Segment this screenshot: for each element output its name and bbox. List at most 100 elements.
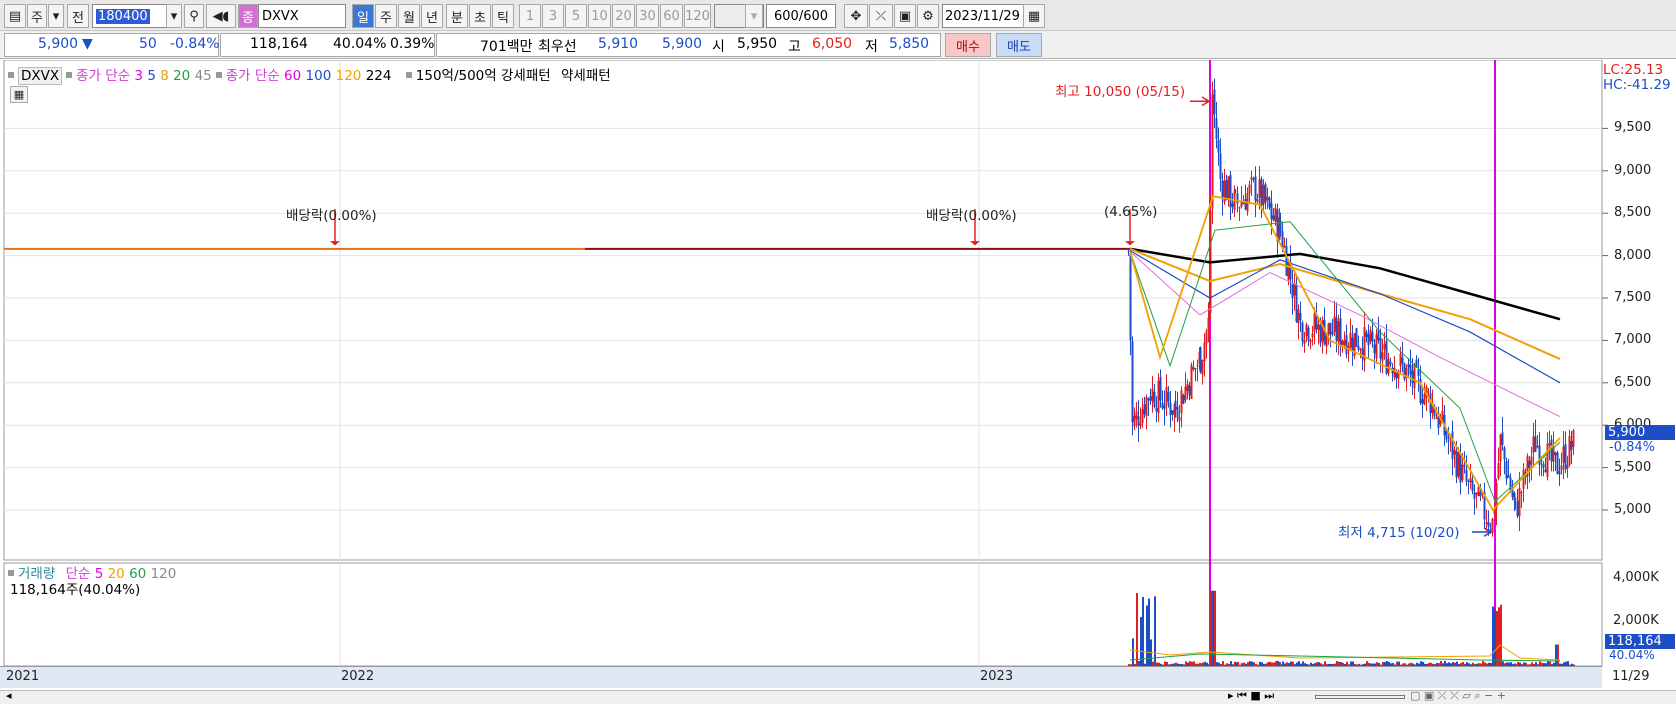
scroll-left-icon[interactable]: ◂ <box>6 689 12 702</box>
candle-body <box>1530 456 1533 465</box>
stock-code-input[interactable]: 180400 <box>92 4 168 28</box>
sell-button[interactable]: 매도 <box>996 33 1042 57</box>
legend-ma120: 120 <box>335 68 362 84</box>
candle-body <box>1283 245 1286 248</box>
stock-name-field[interactable]: DXVX <box>258 4 346 28</box>
candle-body <box>1254 176 1257 201</box>
candle-body <box>1475 492 1478 495</box>
date-input[interactable]: 2023/11/29 <box>942 4 1024 28</box>
volume-bar <box>1557 644 1559 666</box>
volume-bar <box>1494 609 1496 666</box>
period-minute-button[interactable]: 분 <box>446 4 468 28</box>
panel-toggle-icon[interactable]: ▤ <box>4 4 26 28</box>
legend-marker <box>8 72 14 78</box>
candle-body <box>1552 447 1555 462</box>
candle-body <box>1491 518 1494 534</box>
playback-controls-icon[interactable]: ▸ ⏮ ■ ⏭ <box>1228 689 1274 703</box>
period-second-button[interactable]: 초 <box>469 4 491 28</box>
search-icon[interactable]: ⚲ <box>184 4 204 28</box>
minute-5-button[interactable]: 5 <box>565 4 587 28</box>
candle-body <box>1341 340 1344 346</box>
sound-icon[interactable]: ◀◖ <box>206 4 236 28</box>
candle-body <box>1159 377 1162 401</box>
period-week-button[interactable]: 주 <box>375 4 397 28</box>
candle-body <box>1451 431 1454 460</box>
price-chart[interactable] <box>0 60 1676 704</box>
prev-button[interactable]: 전 <box>67 4 89 28</box>
minute-20-button[interactable]: 20 <box>612 4 635 28</box>
candle-body <box>1131 341 1134 423</box>
minute-120-button[interactable]: 120 <box>684 4 711 28</box>
indicator-icon[interactable]: ⤫ <box>869 4 893 28</box>
candle-body <box>1461 464 1464 481</box>
candle-body <box>1479 491 1482 497</box>
candle-body <box>1572 430 1575 448</box>
candle-body <box>1234 190 1237 192</box>
zoom-slider[interactable] <box>1315 695 1405 699</box>
custom-period-dropdown-icon[interactable]: ▾ <box>745 4 763 28</box>
period-day-button[interactable]: 일 <box>352 4 374 28</box>
candle-body <box>1522 469 1525 489</box>
calendar-icon[interactable]: ▦ <box>1023 4 1045 28</box>
candle-body <box>1359 349 1362 351</box>
stock-type-dropdown-icon[interactable]: ▾ <box>48 4 64 28</box>
horizontal-scrollbar[interactable]: ◂ ▸ ⏮ ■ ⏭ ▢ ▣ ⤫ ⤫ ▱ ⌕ − + <box>0 689 1676 704</box>
candle-body <box>1489 529 1492 531</box>
minute-1-button[interactable]: 1 <box>519 4 541 28</box>
candle-body <box>1147 398 1150 401</box>
candle-body <box>1546 443 1549 477</box>
minute-3-button[interactable]: 3 <box>542 4 564 28</box>
volume-bar <box>1132 638 1134 666</box>
candle-body <box>1137 416 1140 426</box>
candle-body <box>1345 335 1348 355</box>
count-field[interactable]: 600/600 <box>766 4 836 28</box>
volume-current: 118,164주(40.04%) <box>10 582 141 598</box>
period-month-button[interactable]: 월 <box>398 4 420 28</box>
legend-marker <box>66 72 73 78</box>
period-year-button[interactable]: 년 <box>421 4 443 28</box>
main-toolbar: ▤ 주 ▾ 전 180400 ▾ ⚲ ◀◖ 종 DXVX 일 주 월 년 분 초… <box>0 0 1676 31</box>
gear-icon[interactable]: ⚙ <box>917 4 939 28</box>
table-icon[interactable]: ▦ <box>10 86 28 103</box>
period-tick-button[interactable]: 틱 <box>492 4 514 28</box>
candle-body <box>1171 410 1174 415</box>
candle-body <box>1129 251 1132 341</box>
time-axis <box>0 666 1602 688</box>
save-icon[interactable]: ▣ <box>894 4 916 28</box>
legend-ma20: 20 <box>173 68 191 84</box>
candle-body <box>1207 317 1210 331</box>
candle-body <box>1194 368 1197 370</box>
candle-body <box>1169 402 1172 415</box>
buy-button[interactable]: 매수 <box>945 33 991 57</box>
legend-ma3: 3 <box>134 68 144 84</box>
candle-body <box>1355 328 1358 347</box>
candle-body <box>1542 463 1545 468</box>
price-axis-label: 5,000 <box>1614 502 1652 517</box>
legend-ma8: 8 <box>160 68 169 84</box>
candle-settings-icon[interactable]: ✥ <box>844 4 868 28</box>
open-price: 5,950 <box>737 36 778 52</box>
code-dropdown-icon[interactable]: ▾ <box>166 4 182 28</box>
market-type-badge[interactable]: 종 <box>238 4 258 28</box>
dividend-annotation-3: (4.65%) <box>1104 204 1158 220</box>
low-label: 저 <box>865 39 878 55</box>
candle-body <box>1564 443 1567 470</box>
minute-60-button[interactable]: 60 <box>660 4 683 28</box>
volume-bar <box>1498 607 1500 666</box>
candle-body <box>1213 89 1216 115</box>
minute-30-button[interactable]: 30 <box>636 4 659 28</box>
volume-ma120: 120 <box>150 566 177 582</box>
volume-badge-pct: 40.04% <box>1609 648 1655 662</box>
chart-tools-icon[interactable]: ▢ ▣ ⤫ ⤫ ▱ ⌕ − + <box>1410 689 1506 703</box>
candle-body <box>1471 480 1474 492</box>
legend-ma45: 45 <box>194 68 212 84</box>
legend-symbol[interactable]: DXVX <box>18 67 63 85</box>
minute-10-button[interactable]: 10 <box>588 4 611 28</box>
time-label-2023: 2023 <box>980 669 1014 684</box>
price-change-pct: -0.84% <box>170 36 220 52</box>
candle-body <box>1264 184 1267 203</box>
stock-type-button[interactable]: 주 <box>27 4 47 28</box>
candle-body <box>1266 196 1269 201</box>
candle-body <box>1445 431 1448 440</box>
candle-body <box>1505 461 1508 480</box>
